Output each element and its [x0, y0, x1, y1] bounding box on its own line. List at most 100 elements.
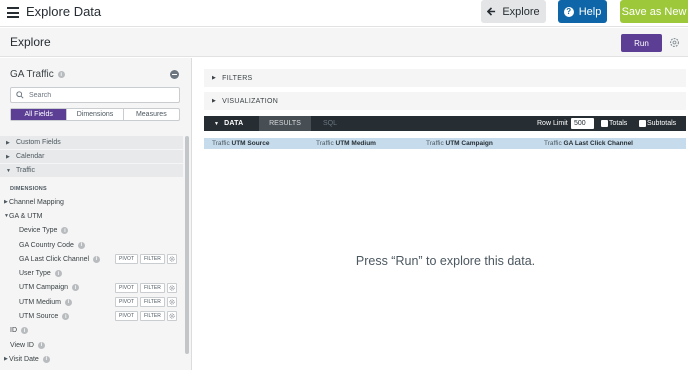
- chevron-down-icon: ▼: [6, 167, 11, 174]
- field-view-id[interactable]: View ID i: [0, 338, 183, 352]
- field-gear-icon[interactable]: [166, 297, 177, 308]
- field-type-tabs: All Fields Dimensions Measures: [10, 108, 180, 121]
- field-label: UTM Source: [19, 313, 59, 321]
- field-label: Channel Mapping: [9, 198, 64, 206]
- field-group-visit-date[interactable]: ▶ Visit Date i: [0, 352, 183, 366]
- app-title: Explore Data: [26, 4, 102, 19]
- info-icon[interactable]: i: [21, 327, 28, 335]
- gear-icon[interactable]: [669, 37, 680, 48]
- field-gear-icon[interactable]: [166, 254, 177, 265]
- explore-header: Explore Run: [0, 28, 688, 57]
- data-section-bar: ▼ DATA RESULTS SQL Row Limit 500 Totals …: [204, 116, 686, 131]
- filter-button[interactable]: FILTER: [140, 254, 165, 265]
- column-view: Traffic: [426, 140, 444, 147]
- field-label: Device Type: [19, 227, 58, 235]
- tab-dimensions[interactable]: Dimensions: [66, 109, 122, 120]
- field-group-ga-utm[interactable]: ▼ GA & UTM: [0, 209, 183, 223]
- data-table-header: Traffic UTM Source Traffic UTM Medium Tr…: [204, 138, 686, 149]
- chevron-right-icon: ▶: [6, 153, 10, 160]
- column-header-ga-last-click-channel[interactable]: Traffic GA Last Click Channel: [544, 140, 633, 147]
- gear-icon: [169, 313, 175, 319]
- chevron-down-icon: ▼: [214, 120, 220, 127]
- chevron-right-icon: ▶: [4, 199, 8, 206]
- field-search: [10, 87, 180, 103]
- chevron-right-icon: ▶: [6, 139, 10, 146]
- view-group-traffic[interactable]: ▼ Traffic: [0, 164, 183, 177]
- field-label: ID: [10, 327, 17, 335]
- filter-button[interactable]: FILTER: [140, 282, 165, 293]
- explore-button-label: Explore: [502, 5, 540, 18]
- search-input[interactable]: [29, 89, 177, 101]
- field-ga-country-code[interactable]: GA Country Code i: [0, 238, 183, 252]
- gear-icon: [169, 299, 175, 305]
- row-limit-input[interactable]: 500: [571, 118, 594, 129]
- help-button[interactable]: ? Help: [558, 0, 607, 23]
- field-id[interactable]: ID i: [0, 324, 183, 338]
- subtotals-checkbox[interactable]: [639, 120, 646, 127]
- info-icon[interactable]: i: [61, 227, 69, 235]
- page-title: Explore: [10, 35, 51, 49]
- field-gear-icon[interactable]: [166, 311, 177, 322]
- save-as-new-button[interactable]: Save as New: [620, 0, 688, 23]
- field-utm-campaign[interactable]: UTM Campaign i PIVOT FILTER: [0, 281, 183, 295]
- info-icon[interactable]: i: [57, 71, 65, 78]
- tab-sql[interactable]: SQL: [323, 120, 337, 127]
- info-icon[interactable]: i: [72, 284, 80, 292]
- field-ga-last-click-channel[interactable]: GA Last Click Channel i PIVOT FILTER: [0, 252, 183, 266]
- explore-name: GA Traffic i: [10, 69, 65, 80]
- pivot-button[interactable]: PIVOT: [115, 297, 139, 308]
- info-icon[interactable]: i: [42, 355, 50, 363]
- field-label: UTM Medium: [19, 298, 62, 306]
- tab-all-fields[interactable]: All Fields: [11, 109, 67, 120]
- info-icon[interactable]: i: [62, 313, 70, 321]
- arrow-left-icon: [487, 7, 496, 16]
- filters-label: FILTERS: [222, 74, 253, 82]
- column-header-utm-campaign[interactable]: Traffic UTM Campaign: [426, 140, 493, 147]
- main-panel: ▶ FILTERS ▶ VISUALIZATION ▼ DATA RESULTS…: [193, 58, 688, 370]
- field-gear-icon[interactable]: [166, 282, 177, 293]
- search-icon: [16, 91, 24, 99]
- field-label: GA Country Code: [19, 241, 74, 249]
- column-header-utm-source[interactable]: Traffic UTM Source: [212, 140, 269, 147]
- column-header-utm-medium[interactable]: Traffic UTM Medium: [316, 140, 376, 147]
- collapse-sidebar-icon[interactable]: [170, 70, 179, 79]
- column-field: UTM Source: [231, 140, 270, 147]
- info-icon[interactable]: i: [38, 341, 45, 349]
- explore-button[interactable]: Explore: [481, 0, 546, 23]
- field-label: User Type: [19, 270, 51, 278]
- filter-button[interactable]: FILTER: [140, 311, 165, 322]
- totals-checkbox[interactable]: [601, 120, 608, 127]
- run-button[interactable]: Run: [621, 34, 662, 52]
- column-view: Traffic: [316, 140, 334, 147]
- tab-results[interactable]: RESULTS: [259, 116, 311, 131]
- field-utm-medium[interactable]: UTM Medium i PIVOT FILTER: [0, 295, 183, 309]
- filter-button[interactable]: FILTER: [140, 297, 165, 308]
- pivot-button[interactable]: PIVOT: [115, 254, 139, 265]
- data-toggle[interactable]: ▼ DATA: [214, 120, 243, 127]
- field-label: GA Last Click Channel: [19, 255, 90, 263]
- view-group-label: Custom Fields: [16, 139, 61, 146]
- column-field: UTM Medium: [335, 140, 376, 147]
- info-icon[interactable]: i: [77, 241, 85, 249]
- filters-section[interactable]: ▶ FILTERS: [204, 69, 686, 87]
- visualization-section[interactable]: ▶ VISUALIZATION: [204, 92, 686, 110]
- field-label: Visit Date: [9, 355, 39, 363]
- explore-name-label: GA Traffic: [10, 69, 54, 80]
- pivot-button[interactable]: PIVOT: [115, 311, 139, 322]
- pivot-button[interactable]: PIVOT: [115, 282, 139, 293]
- field-group-channel-mapping[interactable]: ▶ Channel Mapping: [0, 195, 183, 209]
- sidebar-scrollbar[interactable]: [185, 136, 189, 354]
- view-group-custom-fields[interactable]: ▶ Custom Fields: [0, 136, 183, 149]
- field-user-type[interactable]: User Type i: [0, 266, 183, 280]
- hamburger-menu-icon[interactable]: [7, 7, 19, 18]
- column-view: Traffic: [544, 140, 562, 147]
- view-group-calendar[interactable]: ▶ Calendar: [0, 150, 183, 163]
- chevron-down-icon: ▼: [4, 213, 9, 220]
- field-device-type[interactable]: Device Type i: [0, 224, 183, 238]
- field-utm-source[interactable]: UTM Source i PIVOT FILTER: [0, 309, 183, 323]
- info-icon[interactable]: i: [93, 255, 101, 263]
- tab-measures[interactable]: Measures: [122, 109, 179, 120]
- info-icon[interactable]: i: [54, 270, 62, 278]
- info-icon[interactable]: i: [65, 298, 73, 306]
- visualization-label: VISUALIZATION: [222, 97, 279, 105]
